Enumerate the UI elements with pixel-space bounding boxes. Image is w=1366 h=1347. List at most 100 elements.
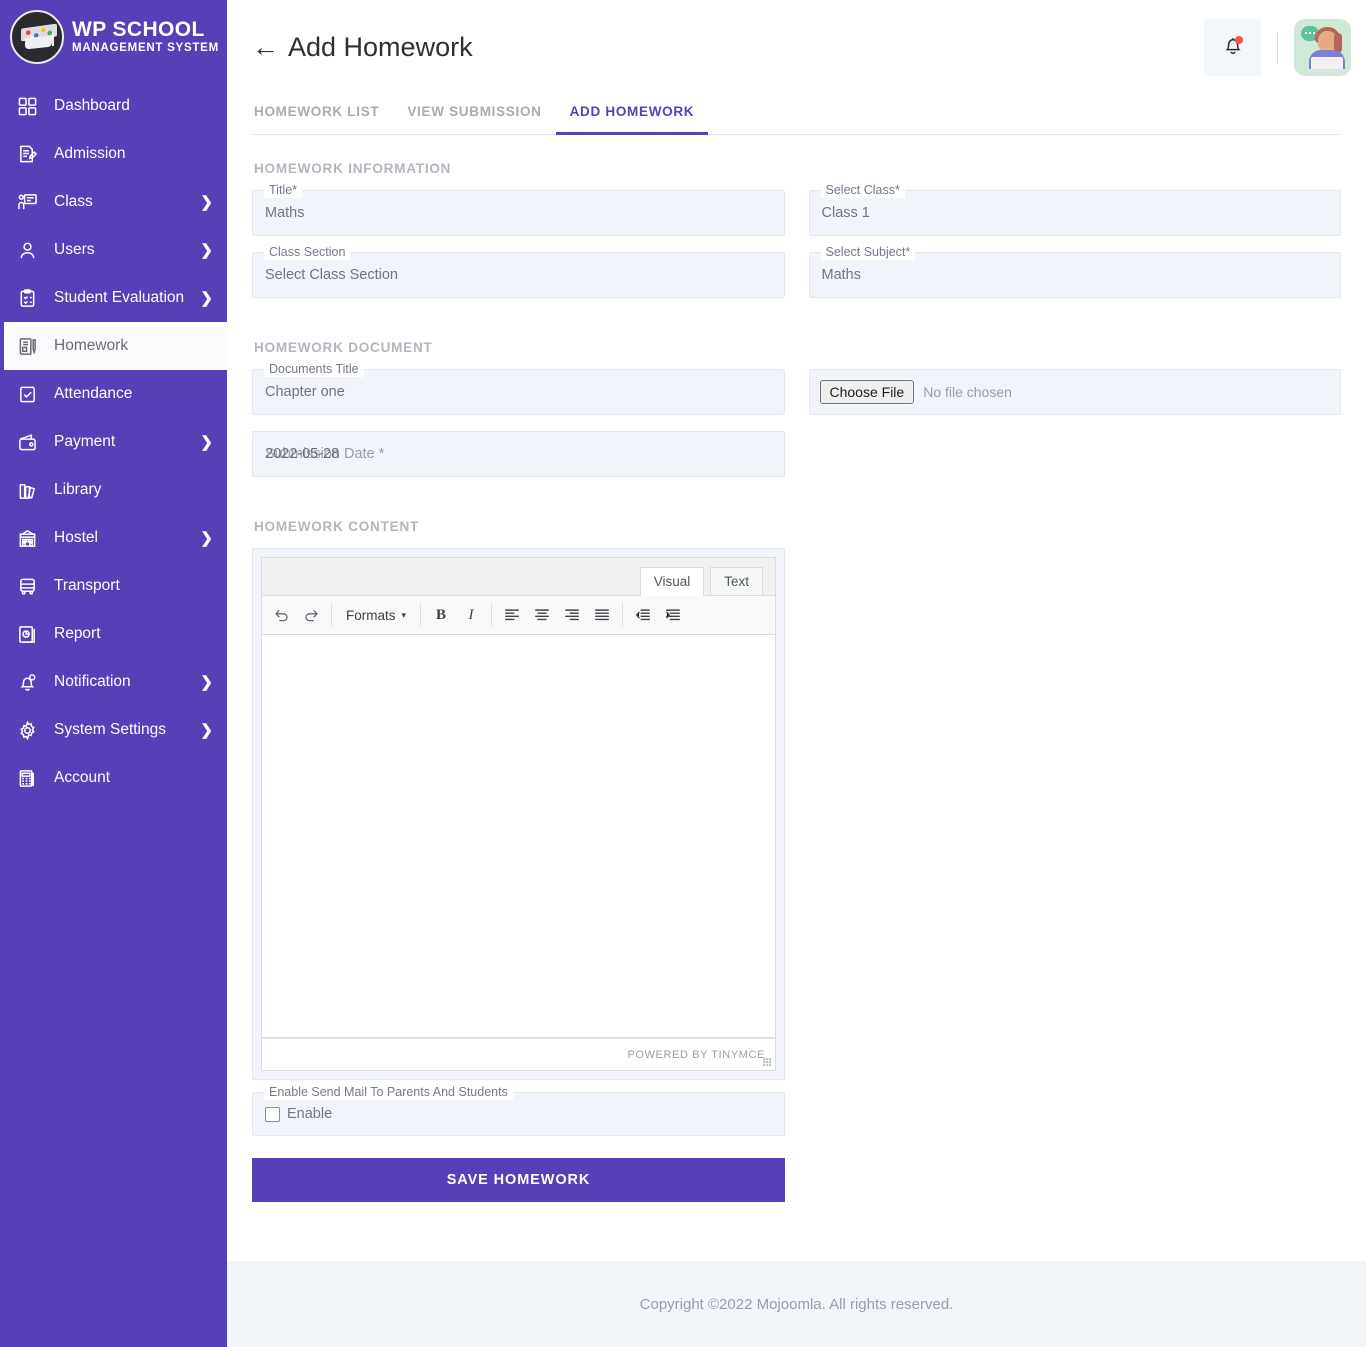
- sidebar-item-report[interactable]: Report: [0, 610, 227, 658]
- documents-title-value: Chapter one: [265, 384, 345, 400]
- sidebar-item-student-evaluation[interactable]: Student Evaluation ❯: [0, 274, 227, 322]
- select-subject-field[interactable]: Select Subject* Maths: [808, 245, 1341, 298]
- sidebar-item-transport[interactable]: Transport: [0, 562, 227, 610]
- enable-mail-checkbox-label: Enable: [287, 1106, 333, 1122]
- toolbar-separator: [491, 603, 493, 627]
- report-chart-icon: [14, 625, 40, 644]
- align-left-icon[interactable]: [497, 600, 527, 630]
- topbar: ← Add Homework: [227, 0, 1366, 94]
- class-section-select[interactable]: Class Section Select Class Section: [252, 245, 785, 298]
- bold-button[interactable]: B: [426, 600, 456, 630]
- editor-resize-handle[interactable]: [763, 1058, 772, 1067]
- select-class-value: Class 1: [821, 205, 870, 221]
- brand-subtitle: MANAGEMENT SYSTEM: [72, 42, 219, 55]
- brand-title: WP SCHOOL: [72, 18, 205, 42]
- chevron-right-icon: ❯: [200, 722, 213, 739]
- tab-add-homework[interactable]: ADD HOMEWORK: [555, 94, 709, 135]
- title-field-value: Maths: [265, 205, 305, 221]
- sidebar-item-label: Homework: [54, 337, 129, 354]
- formats-dropdown[interactable]: Formats ▾: [337, 600, 415, 630]
- chevron-right-icon: ❯: [200, 290, 213, 307]
- app-root: WP SCHOOL MANAGEMENT SYSTEM Dashboard Ad…: [0, 0, 1366, 1347]
- section-title-homework-information: HOMEWORK INFORMATION: [254, 161, 452, 176]
- sidebar-item-homework[interactable]: Homework: [0, 322, 227, 370]
- main-area: ← Add Homework HOMEWORK LIST VIEW SUBMIS…: [227, 0, 1366, 1347]
- topbar-actions: [1204, 19, 1351, 76]
- support-agent-avatar[interactable]: [1294, 19, 1351, 76]
- sidebar-item-class[interactable]: Class ❯: [0, 178, 227, 226]
- bus-icon: [14, 577, 40, 596]
- enable-mail-checkbox[interactable]: [265, 1106, 280, 1122]
- redo-icon[interactable]: [296, 600, 326, 630]
- select-subject-label: Select Subject*: [820, 245, 916, 260]
- checklist-icon: [14, 385, 40, 404]
- sidebar: WP SCHOOL MANAGEMENT SYSTEM Dashboard Ad…: [0, 0, 227, 1347]
- wallet-icon: [14, 433, 40, 452]
- editor-mode-tabs: Visual Text: [261, 557, 776, 596]
- page-title: ← Add Homework: [252, 32, 473, 63]
- sidebar-item-label: System Settings: [54, 721, 166, 738]
- sidebar-item-dashboard[interactable]: Dashboard: [0, 82, 227, 130]
- sidebar-item-label: Report: [54, 625, 101, 642]
- submission-date-field[interactable]: Submission Date * 2022-05-28: [252, 431, 785, 477]
- title-field[interactable]: Title* Maths: [252, 183, 785, 236]
- powered-by-label: POWERED BY TINYMCE: [627, 1048, 765, 1061]
- align-right-icon[interactable]: [557, 600, 587, 630]
- divider: [1277, 30, 1278, 65]
- select-class-label: Select Class*: [820, 183, 905, 198]
- brand-logo-block[interactable]: WP SCHOOL MANAGEMENT SYSTEM: [0, 0, 227, 76]
- sidebar-item-label: Class: [54, 193, 93, 210]
- sidebar-item-account[interactable]: Account: [0, 754, 227, 802]
- sidebar-item-label: Student Evaluation: [54, 289, 185, 306]
- enable-mail-field[interactable]: Enable Send Mail To Parents And Students…: [252, 1085, 785, 1136]
- italic-button[interactable]: I: [456, 600, 486, 630]
- sidebar-item-label: Admission: [54, 145, 126, 162]
- outdent-icon[interactable]: [628, 600, 658, 630]
- align-center-icon[interactable]: [527, 600, 557, 630]
- sidebar-item-label: Users: [54, 241, 95, 258]
- sidebar-item-payment[interactable]: Payment ❯: [0, 418, 227, 466]
- homework-content-editor: Visual Text Formats ▾ B I POWERED BY TIN…: [252, 548, 785, 1080]
- class-section-value: Select Class Section: [265, 267, 398, 283]
- page-tabs: HOMEWORK LIST VIEW SUBMISSION ADD HOMEWO…: [252, 94, 1341, 135]
- save-homework-button[interactable]: SAVE HOMEWORK: [252, 1158, 785, 1202]
- chevron-right-icon: ❯: [200, 242, 213, 259]
- form-row-2: Documents Title Chapter one Submission D…: [252, 362, 1341, 493]
- chevron-right-icon: ❯: [200, 194, 213, 211]
- clipboard-check-icon: [14, 288, 40, 308]
- choose-file-button[interactable]: Choose File: [819, 379, 915, 405]
- indent-icon[interactable]: [658, 600, 688, 630]
- sidebar-item-hostel[interactable]: Hostel ❯: [0, 514, 227, 562]
- back-arrow-icon[interactable]: ←: [252, 34, 279, 61]
- notifications-button[interactable]: [1204, 19, 1261, 76]
- align-justify-icon[interactable]: [587, 600, 617, 630]
- sidebar-item-admission[interactable]: Admission: [0, 130, 227, 178]
- editor-content-area[interactable]: [261, 635, 776, 1038]
- select-class-field[interactable]: Select Class* Class 1: [808, 183, 1341, 236]
- undo-icon[interactable]: [266, 600, 296, 630]
- editor-tab-text[interactable]: Text: [710, 567, 763, 596]
- calculator-icon: [14, 769, 40, 788]
- building-icon: [14, 529, 40, 548]
- documents-title-field[interactable]: Documents Title Chapter one: [252, 362, 785, 415]
- tab-homework-list[interactable]: HOMEWORK LIST: [252, 94, 393, 135]
- enable-mail-label: Enable Send Mail To Parents And Students: [264, 1085, 513, 1100]
- tab-view-submission[interactable]: VIEW SUBMISSION: [393, 94, 555, 135]
- footer: Copyright ©2022 Mojoomla. All rights res…: [227, 1261, 1366, 1347]
- graduation-cap-logo: [10, 10, 64, 64]
- sidebar-nav: Dashboard Admission Class ❯ Users ❯ Stud…: [0, 82, 227, 802]
- homework-file-upload[interactable]: Choose File No file chosen: [808, 369, 1341, 415]
- sidebar-item-attendance[interactable]: Attendance: [0, 370, 227, 418]
- sidebar-item-library[interactable]: Library: [0, 466, 227, 514]
- chevron-right-icon: ❯: [200, 530, 213, 547]
- sidebar-item-notification[interactable]: Notification ❯: [0, 658, 227, 706]
- toolbar-separator: [331, 603, 332, 627]
- notification-dot: [1235, 36, 1243, 44]
- page-title-text: Add Homework: [288, 32, 473, 62]
- editor-tab-visual[interactable]: Visual: [639, 567, 705, 596]
- sidebar-item-label: Hostel: [54, 529, 98, 546]
- file-status-text: No file chosen: [923, 384, 1012, 400]
- sidebar-item-users[interactable]: Users ❯: [0, 226, 227, 274]
- sidebar-item-label: Payment: [54, 433, 116, 450]
- sidebar-item-system-settings[interactable]: System Settings ❯: [0, 706, 227, 754]
